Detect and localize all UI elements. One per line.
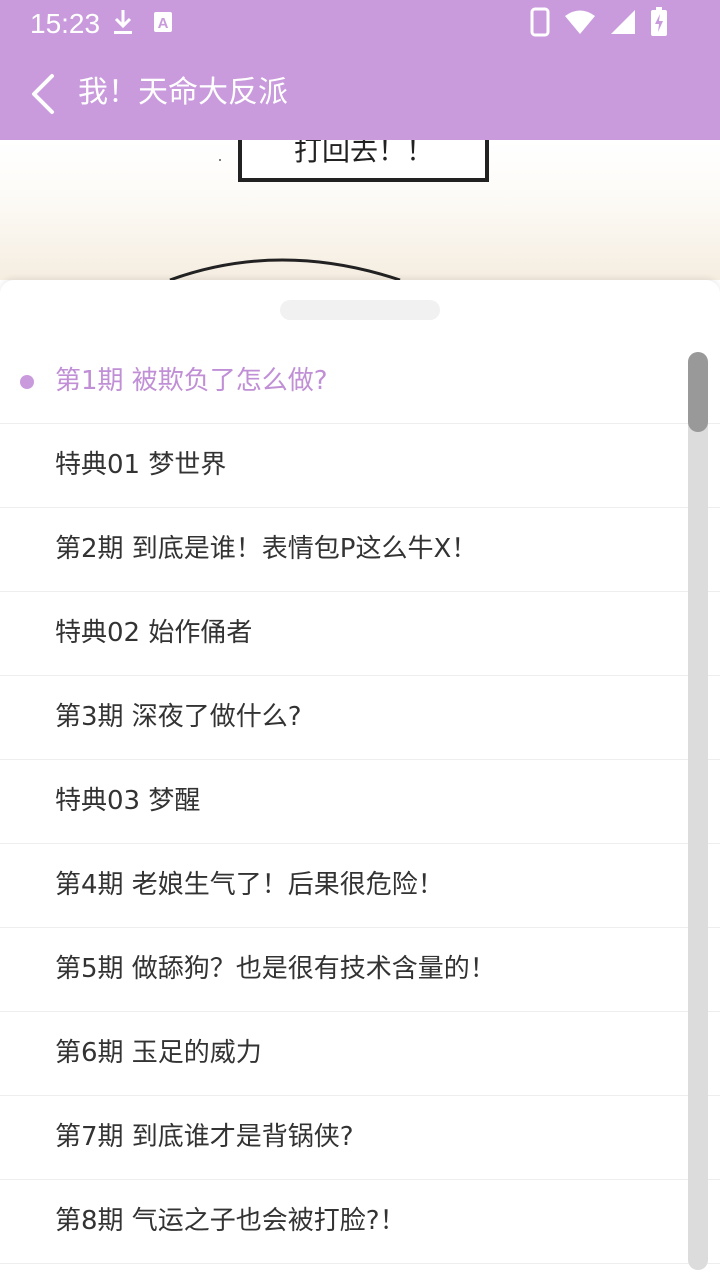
chapter-item[interactable]: 特典01 梦世界 [0,424,720,508]
chapter-item[interactable]: 特典02 始作俑者 [0,592,720,676]
chapter-label: 第7期 到底谁才是背锅侠? [55,1122,354,1152]
chapter-item[interactable]: 第6期 玉足的威力 [0,1012,720,1096]
scrollbar-thumb[interactable] [688,352,708,432]
chapter-label: 第1期 被欺负了怎么做? [55,366,328,396]
chapter-item[interactable]: 第1期 被欺负了怎么做? [0,340,720,424]
chapter-item[interactable]: 第8期 气运之子也会被打脸?！ [0,1180,720,1264]
download-icon [112,8,134,40]
wifi-icon [564,9,596,39]
chapter-list: 第1期 被欺负了怎么做? 特典01 梦世界 第2期 到底是谁！表情包P这么牛X！… [0,340,720,1264]
signal-icon [610,9,636,39]
comic-preview: 打回去！！ [0,140,720,280]
app-bar: 我！天命大反派 [0,48,720,140]
status-left-icons: A [112,10,174,38]
status-right-icons [530,7,668,41]
speech-bubble-text: 打回去！！ [294,140,434,167]
chapter-item[interactable]: 特典03 梦醒 [0,760,720,844]
chapter-sheet: 第1期 被欺负了怎么做? 特典01 梦世界 第2期 到底是谁！表情包P这么牛X！… [0,280,720,1280]
chapter-item[interactable]: 第5期 做舔狗？也是很有技术含量的！ [0,928,720,1012]
chapter-label: 第2期 到底是谁！表情包P这么牛X！ [55,534,478,564]
current-chapter-dot-icon [20,375,34,389]
chapter-label: 第6期 玉足的威力 [55,1038,262,1068]
chevron-left-icon [32,74,54,114]
chapter-label: 第4期 老娘生气了！后果很危险！ [55,870,444,900]
chapter-item[interactable]: 第7期 到底谁才是背锅侠? [0,1096,720,1180]
page-title: 我！天命大反派 [78,75,288,110]
status-bar: 15:23 A [0,0,720,48]
chapter-item[interactable]: 第2期 到底是谁！表情包P这么牛X！ [0,508,720,592]
chapter-label: 第8期 气运之子也会被打脸?！ [55,1206,406,1236]
battery-charging-icon [650,7,668,41]
phone-icon [530,7,550,41]
back-button[interactable] [22,72,66,116]
chapter-label: 第3期 深夜了做什么? [55,702,302,732]
status-time: 15:23 [30,8,101,39]
chapter-item[interactable]: 第4期 老娘生气了！后果很危险！ [0,844,720,928]
chapter-label: 第5期 做舔狗？也是很有技术含量的！ [55,954,496,984]
text-a-icon: A [152,10,174,38]
chapter-label: 特典01 梦世界 [55,450,227,480]
svg-text:A: A [158,15,169,32]
drag-handle[interactable] [280,300,440,320]
comic-panel-image: 打回去！！ [169,140,489,280]
chapter-item[interactable]: 第3期 深夜了做什么? [0,676,720,760]
chapter-label: 特典03 梦醒 [55,786,201,816]
chapter-label: 特典02 始作俑者 [55,618,253,648]
scrollbar-track[interactable] [688,352,708,1270]
